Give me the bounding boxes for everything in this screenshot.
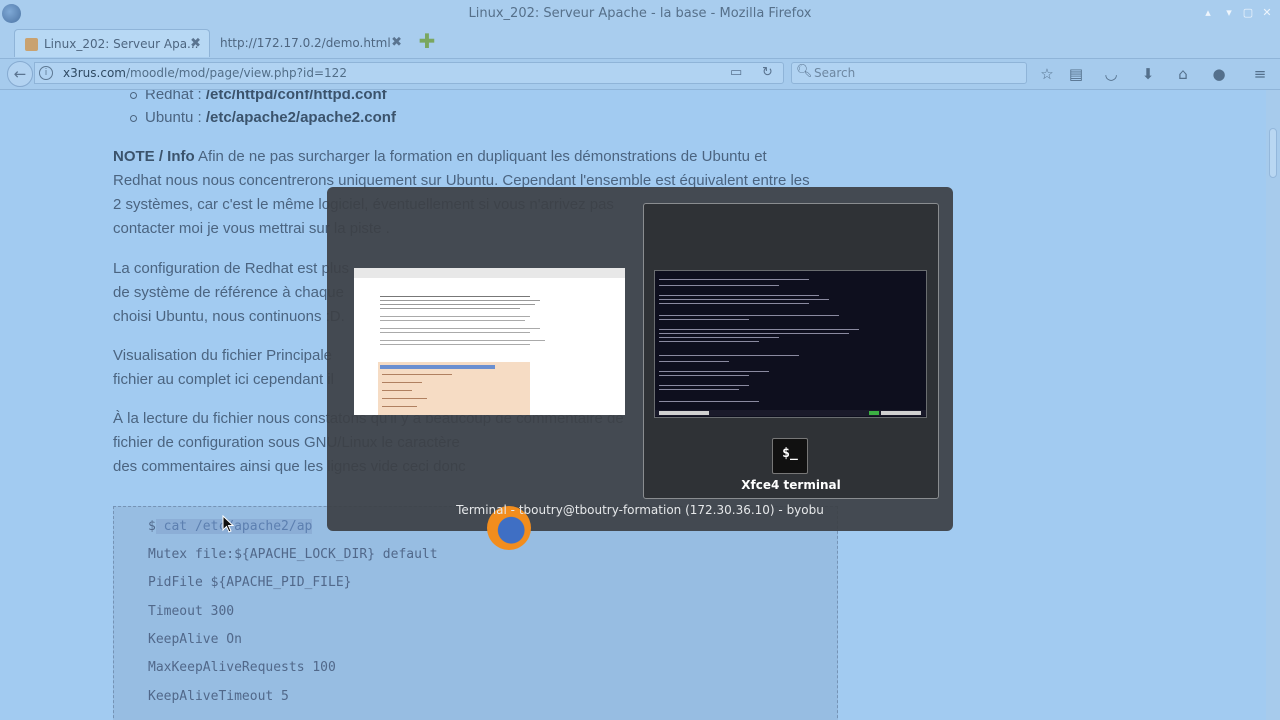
search-icon: 🔍︎ <box>796 64 813 79</box>
search-field[interactable]: 🔍︎ Search <box>791 62 1027 84</box>
mouse-pointer-icon <box>222 515 234 533</box>
window-close-button[interactable]: ✕ <box>1261 7 1273 19</box>
window-title: Linux_202: Serveur Apache - la base - Mo… <box>468 6 812 21</box>
code-line: Timeout 300 <box>148 604 235 619</box>
home-icon[interactable]: ⌂ <box>1173 64 1193 84</box>
tab-label: Linux_202: Serveur Apa... <box>44 37 199 51</box>
code-line: Mutex file:${APACHE_LOCK_DIR} default <box>148 547 438 562</box>
reload-icon[interactable]: ↻ <box>762 65 773 80</box>
tab-close-icon[interactable]: ✖ <box>190 30 201 58</box>
switcher-window-firefox[interactable] <box>347 260 625 550</box>
reading-list-icon[interactable]: ▤ <box>1066 64 1086 84</box>
search-placeholder: Search <box>814 66 856 80</box>
pocket-icon[interactable]: ◡ <box>1101 64 1121 84</box>
terminal-icon: $_ <box>772 438 808 474</box>
code-block[interactable]: $ cat /etc/apache2/ap Mutex file:${APACH… <box>113 506 838 720</box>
tab-demo[interactable]: http://172.17.0.2/demo.html ✖ <box>210 29 410 57</box>
download-icon[interactable]: ⬇ <box>1138 64 1158 84</box>
back-arrow-icon[interactable]: ← <box>7 61 33 87</box>
window-minimize-button[interactable]: ▴ <box>1202 7 1214 19</box>
code-line: PidFile ${APACHE_PID_FILE} <box>148 575 352 590</box>
bookmark-star-icon[interactable]: ☆ <box>1037 64 1057 84</box>
firefox-window-thumbnail <box>354 268 625 415</box>
code-line: KeepAlive On <box>148 632 242 647</box>
scrollbar-thumb[interactable] <box>1269 128 1277 178</box>
window-restore-button[interactable]: ▾ <box>1223 7 1235 19</box>
tab-label: http://172.17.0.2/demo.html <box>220 36 391 50</box>
switcher-caption: Terminal - tboutry@tboutry-formation (17… <box>456 503 824 517</box>
window-maximize-button[interactable]: ▢ <box>1242 7 1254 19</box>
app-switcher: $_ Xfce4 terminal Terminal - tboutry@tbo… <box>327 187 953 550</box>
info-icon[interactable]: i <box>39 66 53 80</box>
menu-icon[interactable]: ≡ <box>1250 64 1270 84</box>
tab-close-icon[interactable]: ✖ <box>391 29 402 57</box>
tab-linux202[interactable]: Linux_202: Serveur Apa... ✖ <box>14 29 210 57</box>
reader-view-icon[interactable]: ▭ <box>730 65 742 80</box>
note-label: NOTE / Info <box>113 148 195 165</box>
moodle-favicon-icon <box>25 38 38 51</box>
page-scrollbar[interactable] <box>1266 90 1280 720</box>
url-text: x3rus.com/moodle/mod/page/view.php?id=12… <box>63 66 347 80</box>
navigation-toolbar: ← i x3rus.com/moodle/mod/page/view.php?i… <box>0 59 1280 90</box>
new-tab-icon[interactable]: ✚ <box>418 31 436 51</box>
switcher-window-terminal[interactable]: $_ Xfce4 terminal <box>643 203 939 499</box>
tab-bar: Linux_202: Serveur Apa... ✖ http://172.1… <box>0 27 1280 59</box>
terminal-window-thumbnail <box>654 270 927 418</box>
code-line: KeepAliveTimeout 5 <box>148 689 289 704</box>
code-line: MaxKeepAliveRequests 100 <box>148 660 336 675</box>
window-titlebar: Linux_202: Serveur Apache - la base - Mo… <box>0 0 1280 27</box>
url-bar[interactable]: i x3rus.com/moodle/mod/page/view.php?id=… <box>34 62 784 84</box>
bullet-icon <box>130 92 137 99</box>
selected-app-name: Xfce4 terminal <box>741 478 841 492</box>
bullet-icon <box>130 115 137 122</box>
chat-icon[interactable]: ● <box>1209 64 1229 84</box>
